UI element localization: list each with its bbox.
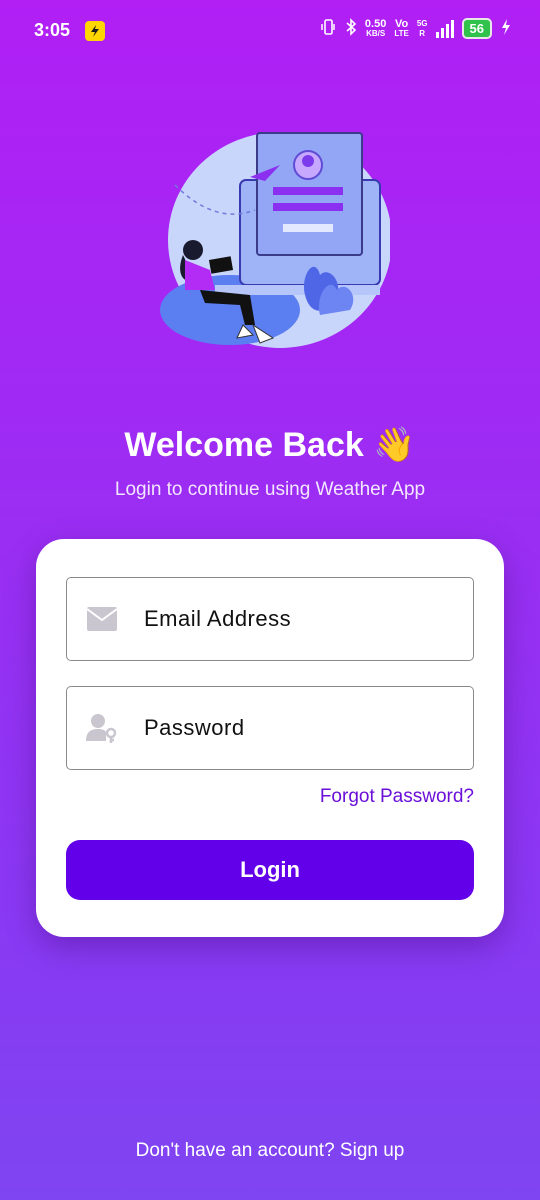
volte-indicator: Vo LTE bbox=[394, 17, 409, 39]
status-time: 3:05 bbox=[34, 20, 71, 40]
net-speed-unit: KB/S bbox=[366, 28, 386, 38]
net-speed-value: 0.50 bbox=[364, 17, 387, 30]
mail-icon bbox=[85, 602, 119, 636]
bluetooth-icon bbox=[345, 18, 357, 39]
email-input[interactable]: Email Address bbox=[144, 606, 291, 632]
app-badge-icon bbox=[85, 21, 105, 41]
battery-indicator: 56 bbox=[461, 18, 492, 39]
login-button[interactable]: Login bbox=[66, 840, 474, 900]
signup-link[interactable]: Don't have an account? Sign up bbox=[0, 1140, 540, 1162]
signal-icon bbox=[435, 19, 454, 38]
status-bar: 3:05 0.50 KB/S Vo LTE 5G R 56 bbox=[0, 0, 540, 62]
password-input[interactable]: Password bbox=[144, 715, 245, 741]
net-speed: 0.50 KB/S bbox=[364, 17, 387, 39]
network-type: 5G R bbox=[417, 19, 428, 39]
lte-label: LTE bbox=[394, 28, 409, 38]
network-label: 5G bbox=[416, 18, 428, 28]
user-key-icon bbox=[85, 711, 119, 745]
volte-label: Vo bbox=[394, 17, 409, 30]
email-field[interactable]: Email Address bbox=[66, 577, 474, 661]
welcome-title: Welcome Back 👋 bbox=[124, 426, 416, 464]
login-illustration bbox=[155, 125, 392, 360]
forgot-password-link[interactable]: Forgot Password? bbox=[320, 786, 474, 808]
roaming-label: R bbox=[419, 28, 426, 38]
password-field[interactable]: Password bbox=[66, 686, 474, 770]
login-card: Email Address Password Forgot Password? … bbox=[36, 539, 504, 937]
charging-icon bbox=[500, 18, 512, 39]
vibrate-icon bbox=[319, 18, 337, 39]
status-icons: 0.50 KB/S Vo LTE 5G R 56 bbox=[319, 18, 512, 39]
welcome-subtitle: Login to continue using Weather App bbox=[114, 479, 426, 500]
